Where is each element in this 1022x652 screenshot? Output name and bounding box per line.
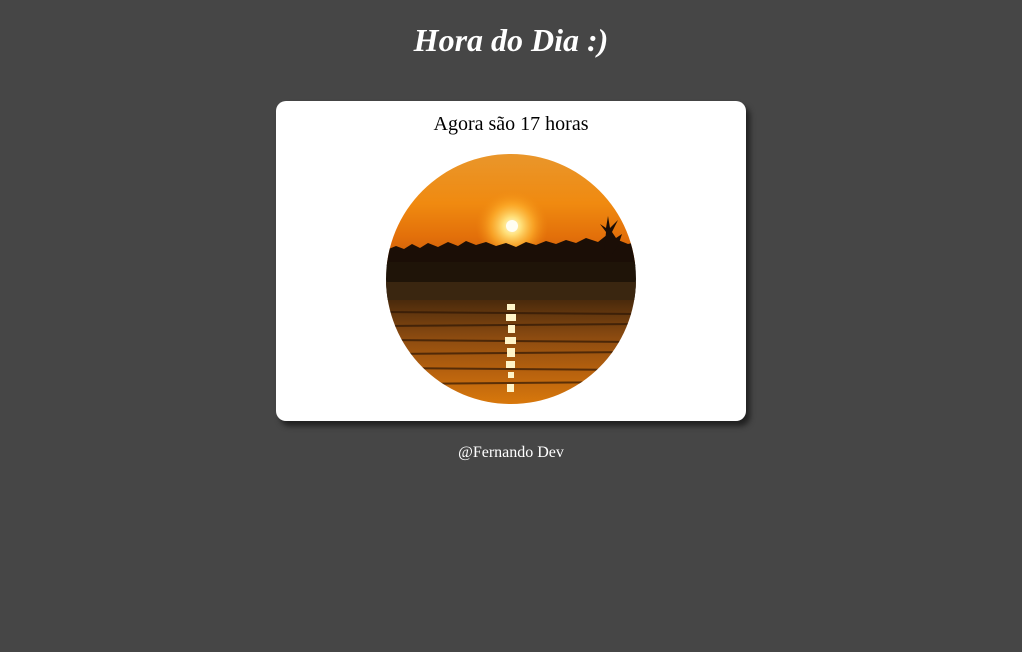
sunset-image — [386, 154, 636, 404]
time-message: Agora são 17 horas — [433, 113, 589, 135]
footer-credit: @Fernando Dev — [458, 444, 564, 461]
sunset-photo — [386, 154, 636, 404]
time-card: Agora são 17 horas — [276, 101, 746, 421]
page-title: Hora do Dia :) — [413, 22, 609, 58]
